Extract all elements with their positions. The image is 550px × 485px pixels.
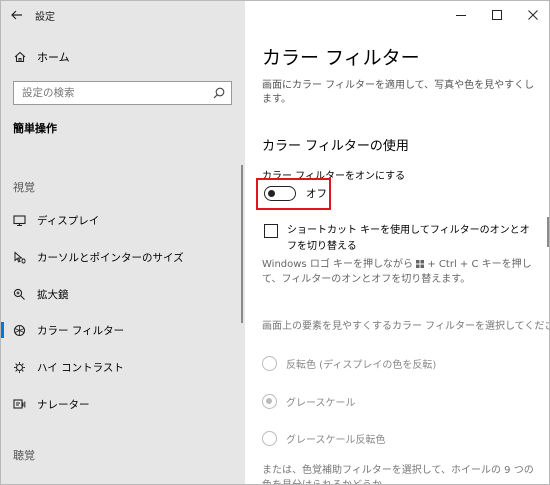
- main-content: カラー フィルター 画面にカラー フィルターを適用して、写真や色を見やすくします…: [245, 1, 550, 484]
- search-box[interactable]: [13, 81, 232, 105]
- app-title: 設定: [35, 11, 55, 23]
- back-button[interactable]: [1, 1, 33, 29]
- minimize-icon: [456, 15, 466, 16]
- sidebar-item-color-filter[interactable]: カラー フィルター: [1, 318, 241, 342]
- titlebar-left: 設定: [1, 1, 245, 29]
- sidebar-item-high-contrast[interactable]: ハイ コントラスト: [1, 355, 241, 379]
- radio-button[interactable]: [262, 356, 277, 371]
- radio-button[interactable]: [262, 394, 277, 409]
- radio-inverted[interactable]: 反転色 (ディスプレイの色を反転): [262, 356, 436, 371]
- group-label-hearing: 聴覚: [13, 449, 35, 462]
- radio-label: グレースケール: [286, 398, 356, 409]
- sidebar: 設定 ホーム 簡単操作 視覚 ディスプレイ: [1, 1, 245, 484]
- sidebar-item-label: カーソルとポインターのサイズ: [37, 251, 184, 264]
- radio-grayscale[interactable]: グレースケール: [262, 394, 356, 409]
- search-input[interactable]: [22, 87, 202, 99]
- shortcut-hint: Windows ロゴ キーを押しながら + Ctrl + C キーを押して、フィ…: [262, 257, 537, 287]
- sidebar-item-label: ハイ コントラスト: [37, 361, 124, 374]
- colorblind-hint-text: または、色覚補助フィルターを選択して、ホイールの 9 つの色を見分けられるかどう…: [262, 465, 534, 484]
- radio-label: グレースケール反転色: [286, 435, 386, 446]
- narrator-icon: [13, 398, 26, 409]
- main-scrollbar[interactable]: [547, 217, 549, 247]
- color-filter-toggle-row[interactable]: オフ: [264, 186, 327, 201]
- group-label-vision: 視覚: [13, 181, 35, 194]
- active-indicator: [1, 322, 4, 338]
- sidebar-item-label: ディスプレイ: [37, 214, 100, 227]
- settings-window: 設定 ホーム 簡単操作 視覚 ディスプレイ: [0, 0, 550, 485]
- maximize-button[interactable]: [479, 1, 515, 29]
- window-controls: [443, 1, 549, 29]
- color-filter-icon: [13, 324, 26, 336]
- shortcut-checkbox-label[interactable]: ショートカット キーを使用してフィルターのオンとオフを切り替える: [287, 223, 539, 255]
- filter-select-heading: 画面上の要素を見やすくするカラー フィルターを選択してください: [262, 321, 550, 332]
- color-filter-toggle[interactable]: [264, 186, 296, 201]
- maximize-icon: [492, 10, 502, 20]
- sidebar-item-magnifier[interactable]: 拡大鏡: [1, 282, 241, 306]
- sidebar-item-label: ナレーター: [37, 398, 90, 411]
- toggle-state-label: オフ: [306, 188, 327, 200]
- search-icon[interactable]: [213, 87, 225, 99]
- back-arrow-icon: [11, 10, 22, 20]
- radio-label: 反転色 (ディスプレイの色を反転): [286, 360, 437, 371]
- home-icon: [14, 51, 26, 63]
- toggle-knob: [268, 189, 275, 197]
- page-title: カラー フィルター: [262, 47, 420, 69]
- radio-button[interactable]: [262, 431, 277, 446]
- sidebar-item-label: ホーム: [37, 51, 70, 64]
- sidebar-scrollbar[interactable]: [241, 165, 243, 323]
- sidebar-item-home[interactable]: ホーム: [1, 45, 245, 69]
- sidebar-item-display[interactable]: ディスプレイ: [1, 208, 241, 232]
- close-icon: [528, 10, 538, 20]
- hint-text-part1: Windows ロゴ キーを押しながら: [262, 259, 413, 270]
- magnifier-icon: [13, 288, 25, 300]
- sidebar-item-pointer-size[interactable]: カーソルとポインターのサイズ: [1, 245, 241, 269]
- pointer-icon: [14, 250, 26, 263]
- windows-logo-icon: [416, 260, 425, 268]
- sidebar-item-label: カラー フィルター: [37, 324, 125, 337]
- close-button[interactable]: [515, 1, 549, 29]
- monitor-icon: [13, 214, 26, 226]
- sidebar-item-narrator[interactable]: ナレーター: [1, 392, 241, 416]
- minimize-button[interactable]: [443, 1, 479, 29]
- radio-grayscale-inverted[interactable]: グレースケール反転色: [262, 431, 386, 446]
- contrast-icon: [14, 361, 25, 373]
- shortcut-checkbox[interactable]: [264, 224, 278, 238]
- section-title: 簡単操作: [13, 122, 57, 135]
- shortcut-checkbox-row[interactable]: ショートカット キーを使用してフィルターのオンとオフを切り替える: [264, 223, 539, 255]
- section-subheading: カラー フィルターの使用: [262, 139, 409, 154]
- radio-dot: [266, 398, 272, 404]
- page-description: 画面にカラー フィルターを適用して、写真や色を見やすくします。: [262, 80, 535, 105]
- sidebar-item-label: 拡大鏡: [37, 288, 69, 301]
